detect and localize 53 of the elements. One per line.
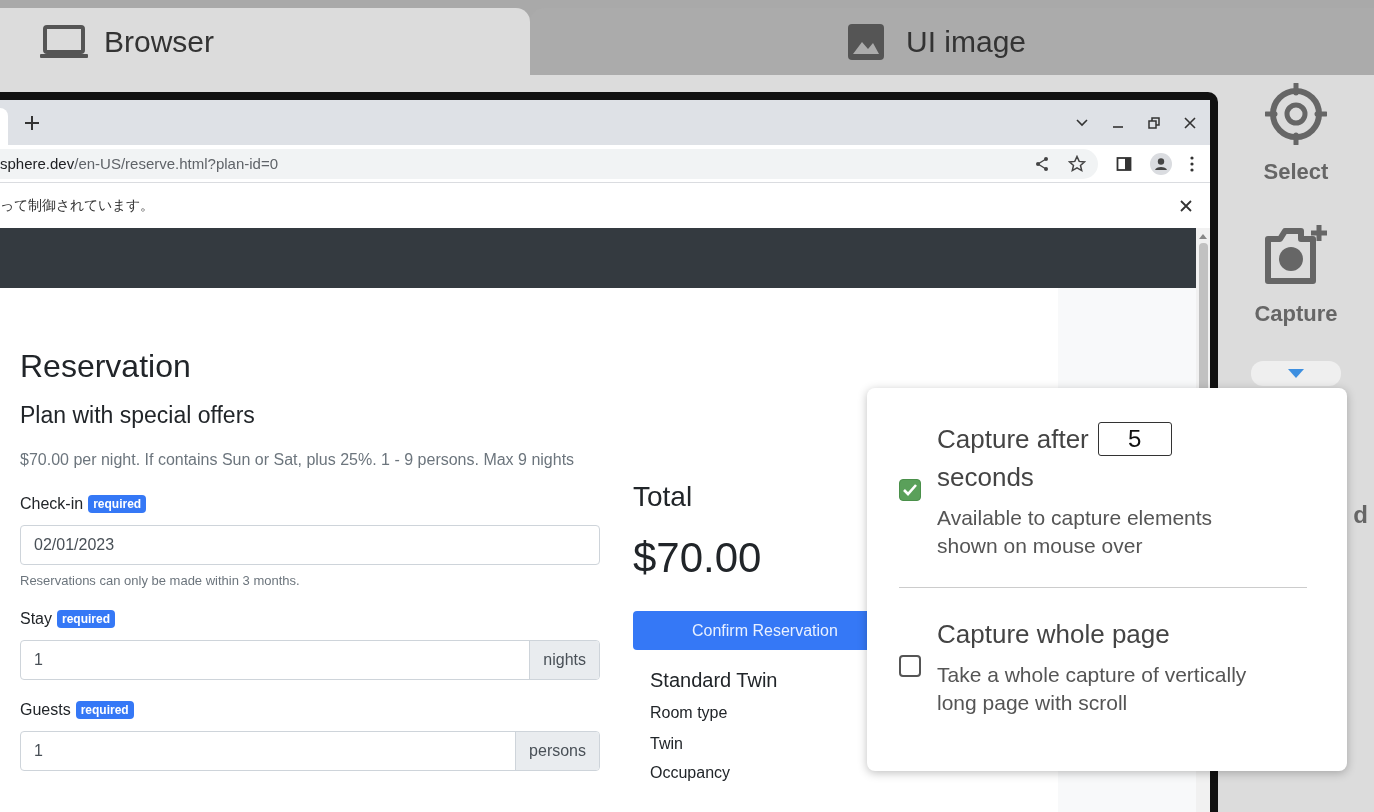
more-icon[interactable] [1190,155,1194,172]
input-field[interactable]: 02/01/2023 [20,525,600,565]
plan-title: Plan with special offers [20,401,256,430]
camera-plus-icon [1263,225,1329,287]
checkbox[interactable] [899,479,921,501]
info-message: って制御されています。 [0,196,154,215]
tool-label: d [1353,501,1368,529]
chevron-down-icon[interactable] [1076,118,1088,127]
option-title: seconds [937,461,1035,494]
star-icon[interactable] [1068,154,1086,173]
option-description: Available to capture elements shown on mouse over [937,505,1214,559]
required-badge: required [57,610,116,628]
restore-icon[interactable] [1148,116,1160,129]
side-panel-icon[interactable] [1116,155,1132,172]
input-addon: persons [515,732,599,770]
option-description: Take a whole capture of vertically long page with scroll [937,662,1248,716]
option-title: Capture whole page [937,618,1171,651]
caret-down-icon [1288,369,1304,378]
input-addon: nights [529,641,599,679]
input-field[interactable]: 1 persons [20,731,600,771]
seconds-input[interactable]: 5 [1097,422,1172,456]
page-title: Reservation [20,347,192,386]
required-badge: required [75,701,134,719]
plan-description: $70.00 per night. If contains Sun or Sat, plus 25%. 1 - 9 persons. Max 9 nights [20,450,576,470]
close-icon[interactable] [1184,116,1196,129]
room-type: Twin [650,734,684,754]
close-icon[interactable] [1180,199,1192,212]
option-title: Capture after [937,423,1089,456]
profile-icon[interactable] [1150,152,1172,175]
new-tab-icon[interactable] [25,115,39,130]
share-icon[interactable] [1034,155,1050,172]
input-field[interactable]: 1 nights [20,640,600,680]
help-text: Reservations can only be made within 3 months. [20,573,301,589]
field-label: Stay [20,609,52,629]
tool-button[interactable]: Capture [1254,225,1338,327]
field-label: Guests [20,700,71,720]
laptop-icon [40,24,88,59]
required-badge: required [88,495,147,513]
room-name: Standard Twin [650,668,779,692]
room-type-label: Room type [650,703,729,723]
check-icon [902,483,918,497]
tab[interactable]: Browser [0,8,530,75]
capture-options-toggle[interactable] [1251,361,1341,386]
image-icon [848,23,884,60]
checkbox[interactable] [899,655,921,677]
total-label: Total [633,480,694,514]
occupancy-label: Occupancy [650,763,732,783]
tool-button[interactable]: Select [1263,83,1329,185]
scroll-up-icon[interactable] [1199,234,1207,239]
total-amount: $70.00 [633,534,763,582]
target-icon [1265,83,1327,145]
field-label: Check-in [20,494,84,514]
address-bar[interactable]: sphere.dev/en-US/reserve.html?plan-id=0 [0,148,1098,179]
